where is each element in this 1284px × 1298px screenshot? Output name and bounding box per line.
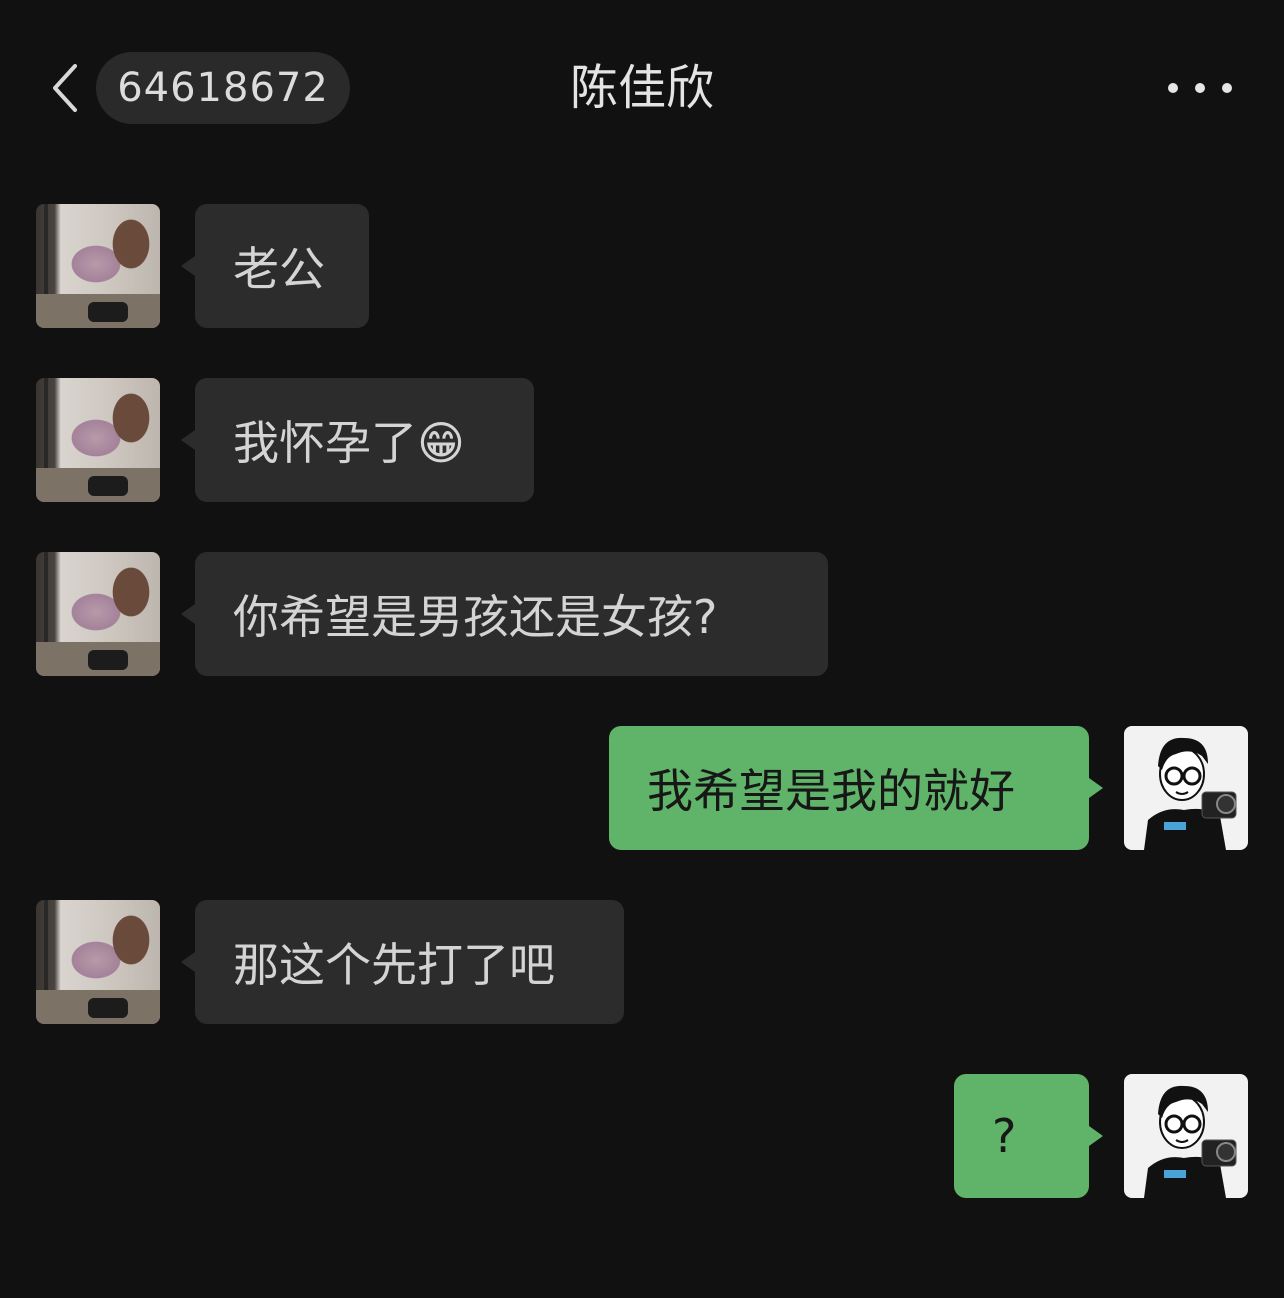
chat-header: 64618672 陈佳欣 bbox=[0, 0, 1284, 152]
contact-avatar[interactable] bbox=[36, 552, 160, 676]
my-avatar[interactable] bbox=[1124, 1074, 1248, 1198]
message-row: 老公 bbox=[0, 204, 1284, 328]
message-bubble[interactable]: 我希望是我的就好 bbox=[609, 726, 1089, 850]
unread-count-badge[interactable]: 64618672 bbox=[96, 52, 350, 124]
contact-avatar[interactable] bbox=[36, 204, 160, 328]
avatar-illustration bbox=[1144, 737, 1237, 850]
more-button[interactable] bbox=[1168, 68, 1232, 108]
contact-avatar[interactable] bbox=[36, 378, 160, 502]
ellipsis-icon bbox=[1168, 83, 1178, 93]
message-bubble[interactable]: 那这个先打了吧 bbox=[195, 900, 624, 1024]
my-avatar[interactable] bbox=[1124, 726, 1248, 850]
message-bubble[interactable]: 你希望是男孩还是女孩? bbox=[195, 552, 828, 676]
back-button[interactable] bbox=[44, 58, 84, 118]
message-bubble[interactable]: ? bbox=[954, 1074, 1089, 1198]
chevron-left-icon bbox=[53, 64, 77, 112]
message-bubble[interactable]: 我怀孕了😁 bbox=[195, 378, 534, 502]
message-row: 我希望是我的就好 bbox=[0, 726, 1284, 850]
contact-avatar[interactable] bbox=[36, 900, 160, 1024]
message-row: 你希望是男孩还是女孩? bbox=[0, 552, 1284, 676]
message-bubble[interactable]: 老公 bbox=[195, 204, 369, 328]
chat-title: 陈佳欣 bbox=[569, 60, 714, 116]
avatar-illustration bbox=[1144, 1085, 1237, 1198]
message-row: ? bbox=[0, 1074, 1284, 1198]
message-row: 我怀孕了😁 bbox=[0, 378, 1284, 502]
message-row: 那这个先打了吧 bbox=[0, 900, 1284, 1024]
